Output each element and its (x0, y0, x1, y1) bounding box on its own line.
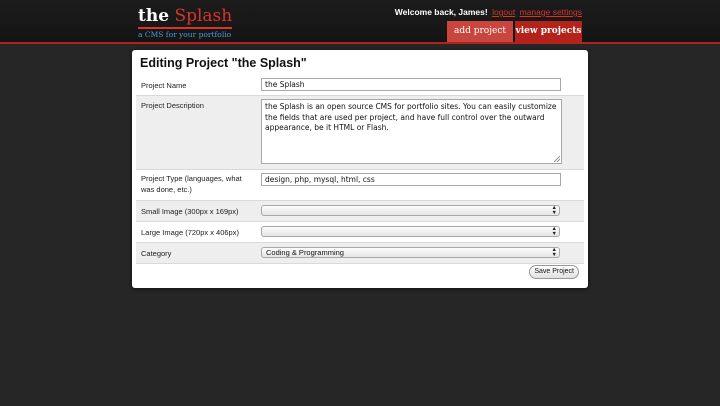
logout-link[interactable]: logout (492, 7, 515, 17)
welcome-text: Welcome back, James! (394, 7, 488, 17)
select-arrows-icon: ▲ ▼ (551, 226, 557, 237)
row-project-type: Project Type (languages, what was done, … (136, 170, 584, 201)
welcome-area: Welcome back, James! logout manage setti… (395, 7, 582, 17)
view-projects-button[interactable]: view projects (515, 21, 582, 42)
project-form: Project Name the Splash Project Descript… (136, 75, 584, 264)
manage-settings-link[interactable]: manage settings (520, 7, 582, 17)
small-image-select[interactable]: ▲ ▼ (261, 205, 560, 216)
row-project-name: Project Name the Splash (136, 75, 584, 96)
category-select[interactable]: Coding & Programming ▲ ▼ (261, 247, 560, 258)
select-arrows-icon: ▲ ▼ (551, 205, 557, 216)
project-type-label: Project Type (languages, what was done, … (141, 174, 242, 194)
logo[interactable]: the Splash a CMS for your portfolio (138, 5, 233, 40)
top-bar: the Splash a CMS for your portfolio Welc… (0, 0, 720, 44)
category-selected: Coding & Programming (266, 248, 344, 257)
logo-splash: Splash (174, 6, 233, 26)
large-image-select[interactable]: ▲ ▼ (261, 226, 560, 237)
project-name-label: Project Name (141, 81, 187, 90)
logo-the: the (138, 6, 170, 26)
project-name-input[interactable]: the Splash (261, 78, 561, 91)
project-type-input[interactable]: design, php, mysql, html, css (261, 173, 561, 186)
project-description-textarea[interactable]: the Splash is an open source CMS for por… (261, 99, 562, 164)
row-project-description: Project Description the Splash is an ope… (136, 96, 584, 170)
add-project-button[interactable]: add project (447, 21, 513, 42)
project-description-label: Project Description (141, 101, 204, 110)
small-image-label: Small Image (300px x 169px) (141, 207, 239, 216)
select-arrows-icon: ▲ ▼ (551, 247, 557, 258)
row-large-image: Large Image (720px x 406px) ▲ ▼ (136, 222, 584, 243)
row-category: Category Coding & Programming ▲ ▼ (136, 243, 584, 264)
logo-tagline: a CMS for your portfolio (138, 27, 233, 40)
edit-project-panel: Editing Project "the Splash" Project Nam… (132, 50, 588, 288)
logo-title: the Splash (138, 5, 232, 27)
page-title: Editing Project "the Splash" (140, 56, 307, 70)
save-project-button[interactable]: Save Project (529, 265, 579, 279)
project-description-text: the Splash is an open source CMS for por… (265, 102, 557, 132)
row-small-image: Small Image (300px x 169px) ▲ ▼ (136, 201, 584, 222)
large-image-label: Large Image (720px x 406px) (141, 228, 239, 237)
resize-handle-icon[interactable] (554, 156, 560, 162)
category-label: Category (141, 249, 172, 258)
